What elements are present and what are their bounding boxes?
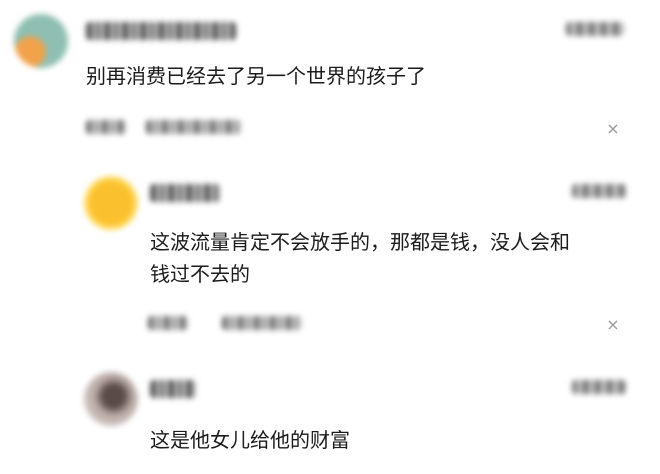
comment-text: 钱过不去的 — [150, 262, 250, 286]
comment-meta-blurred — [146, 120, 242, 134]
close-icon[interactable]: × — [605, 317, 621, 333]
timestamp-blurred — [572, 184, 626, 198]
timestamp-blurred — [566, 22, 624, 36]
timestamp-blurred — [572, 380, 626, 394]
close-icon[interactable]: × — [605, 121, 621, 137]
comment-text: 这是他女儿给他的财富 — [150, 428, 350, 452]
username-blurred[interactable] — [150, 380, 196, 398]
comment-meta-blurred — [148, 316, 188, 330]
username-blurred[interactable] — [150, 184, 220, 202]
avatar[interactable] — [14, 14, 68, 68]
avatar[interactable] — [84, 372, 138, 426]
comment-meta-blurred — [222, 316, 302, 330]
username-blurred[interactable] — [86, 22, 236, 40]
comment-text: 这波流量肯定不会放手的，那都是钱，没人会和 — [150, 230, 570, 254]
avatar[interactable] — [84, 176, 138, 230]
comment-meta-blurred — [86, 120, 126, 134]
comment-text: 别再消费已经去了另一个世界的孩子了 — [86, 64, 426, 88]
